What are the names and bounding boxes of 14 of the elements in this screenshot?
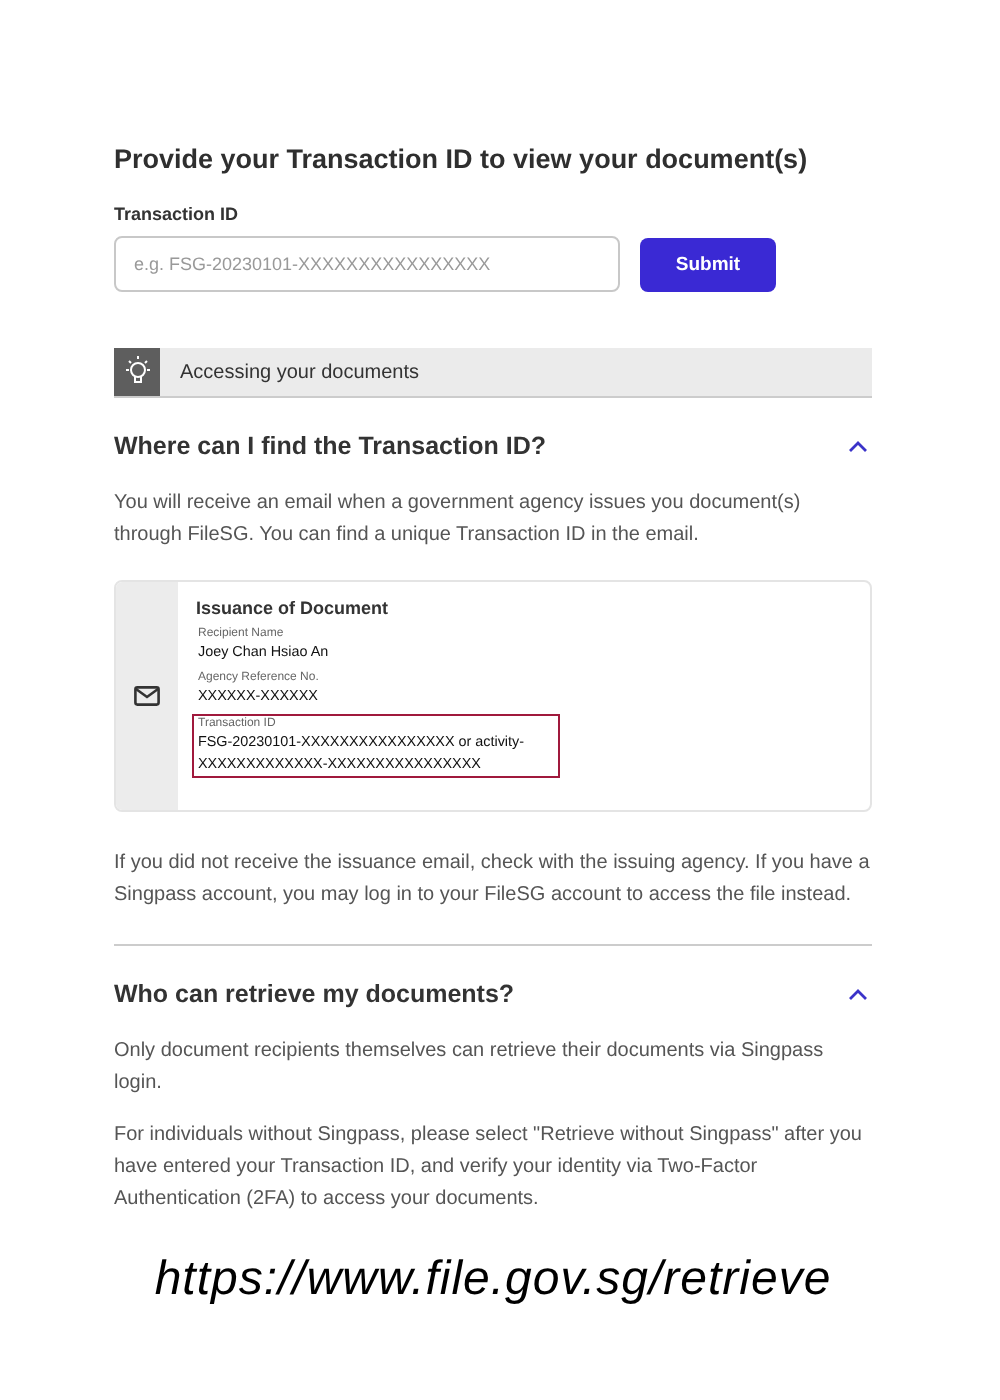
envelope-icon [134, 686, 160, 706]
submit-button[interactable]: Submit [640, 237, 776, 291]
url-caption: https://www.file.gov.sg/retrieve [152, 1252, 834, 1308]
field-label: Transaction ID [114, 204, 241, 224]
page-heading: Provide your Transaction ID to view your document(s) [114, 144, 810, 174]
tip-title: Accessing your documents [180, 361, 420, 383]
email-title: Issuance of Document [196, 598, 391, 618]
answer-text: You will receive an email when a government agency issues you document(s) through FileSG. You can find a unique Transaction ID in the email. [114, 490, 803, 550]
faq-question[interactable]: Where can I find the Transaction ID? [114, 432, 872, 460]
answer-text: If you did not receive the issuance email, check with the issuing agency. If you have a Singpass account, you may log in to your FileSG account to access the file instead. [114, 850, 872, 910]
transaction-id-field[interactable]: e.g. FSG-20230101-XXXXXXXXXXXXXXXX [114, 236, 620, 292]
answer-text: For individuals without Singpass, please select "Retrieve without Singpass" after you have entered your Transaction ID, and verify your identity via Two-Factor Authentication (2FA) to access your documents. [114, 1122, 864, 1214]
answer-text: Only document recipients themselves can retrieve their documents via Singpass login. [114, 1038, 826, 1098]
faq-question[interactable]: Who can retrieve my documents? [114, 980, 872, 1008]
